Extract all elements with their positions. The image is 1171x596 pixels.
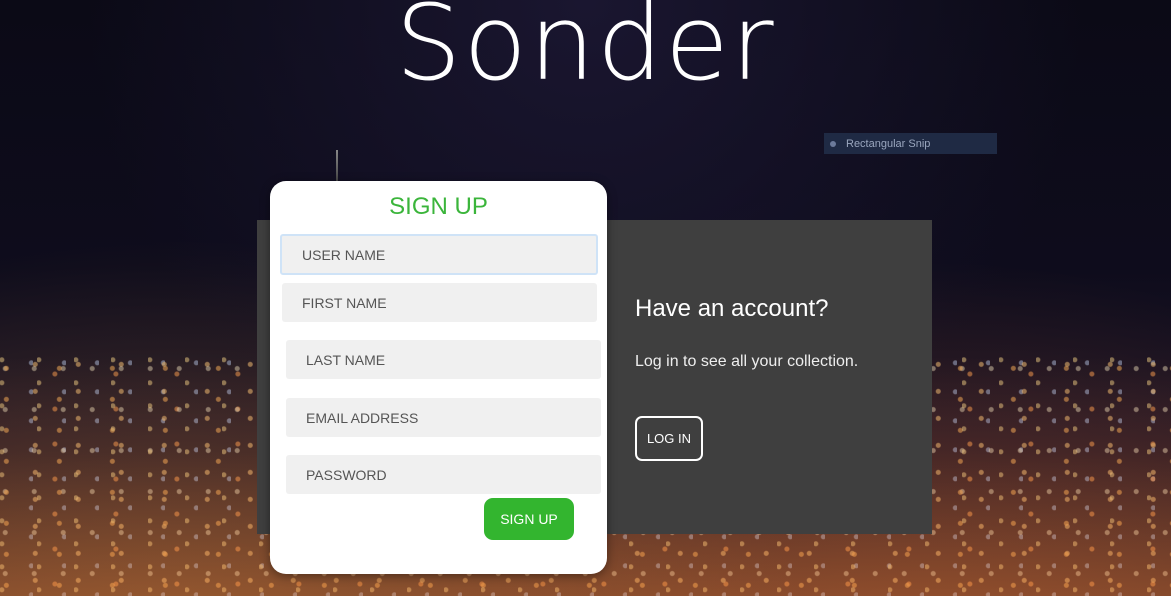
login-info: Have an account? Log in to see all your …	[635, 295, 858, 371]
signup-card: SIGN UP USER NAME FIRST NAME LAST NAME E…	[270, 181, 607, 574]
email-field[interactable]: EMAIL ADDRESS	[286, 398, 601, 437]
first-name-field[interactable]: FIRST NAME	[282, 283, 597, 322]
login-heading: Have an account?	[635, 295, 829, 322]
signup-button[interactable]: SIGN UP	[484, 498, 574, 540]
snip-icon	[830, 140, 836, 147]
last-name-field[interactable]: LAST NAME	[286, 340, 601, 379]
password-field[interactable]: PASSWORD	[286, 455, 601, 494]
signup-heading: SIGN UP	[389, 193, 488, 220]
site-title: Sonder	[395, 0, 776, 104]
first-name-placeholder: FIRST NAME	[302, 294, 387, 311]
tower-spire	[336, 150, 338, 182]
login-button[interactable]: LOG IN	[635, 416, 703, 461]
snip-toolbar[interactable]: Rectangular Snip	[824, 133, 997, 154]
username-field[interactable]: USER NAME	[280, 234, 598, 275]
password-placeholder: PASSWORD	[306, 466, 387, 483]
snip-label: Rectangular Snip	[846, 137, 931, 150]
last-name-placeholder: LAST NAME	[306, 351, 386, 368]
login-text: Log in to see all your collection.	[635, 353, 859, 370]
email-placeholder: EMAIL ADDRESS	[306, 409, 419, 426]
username-placeholder: USER NAME	[302, 246, 386, 263]
